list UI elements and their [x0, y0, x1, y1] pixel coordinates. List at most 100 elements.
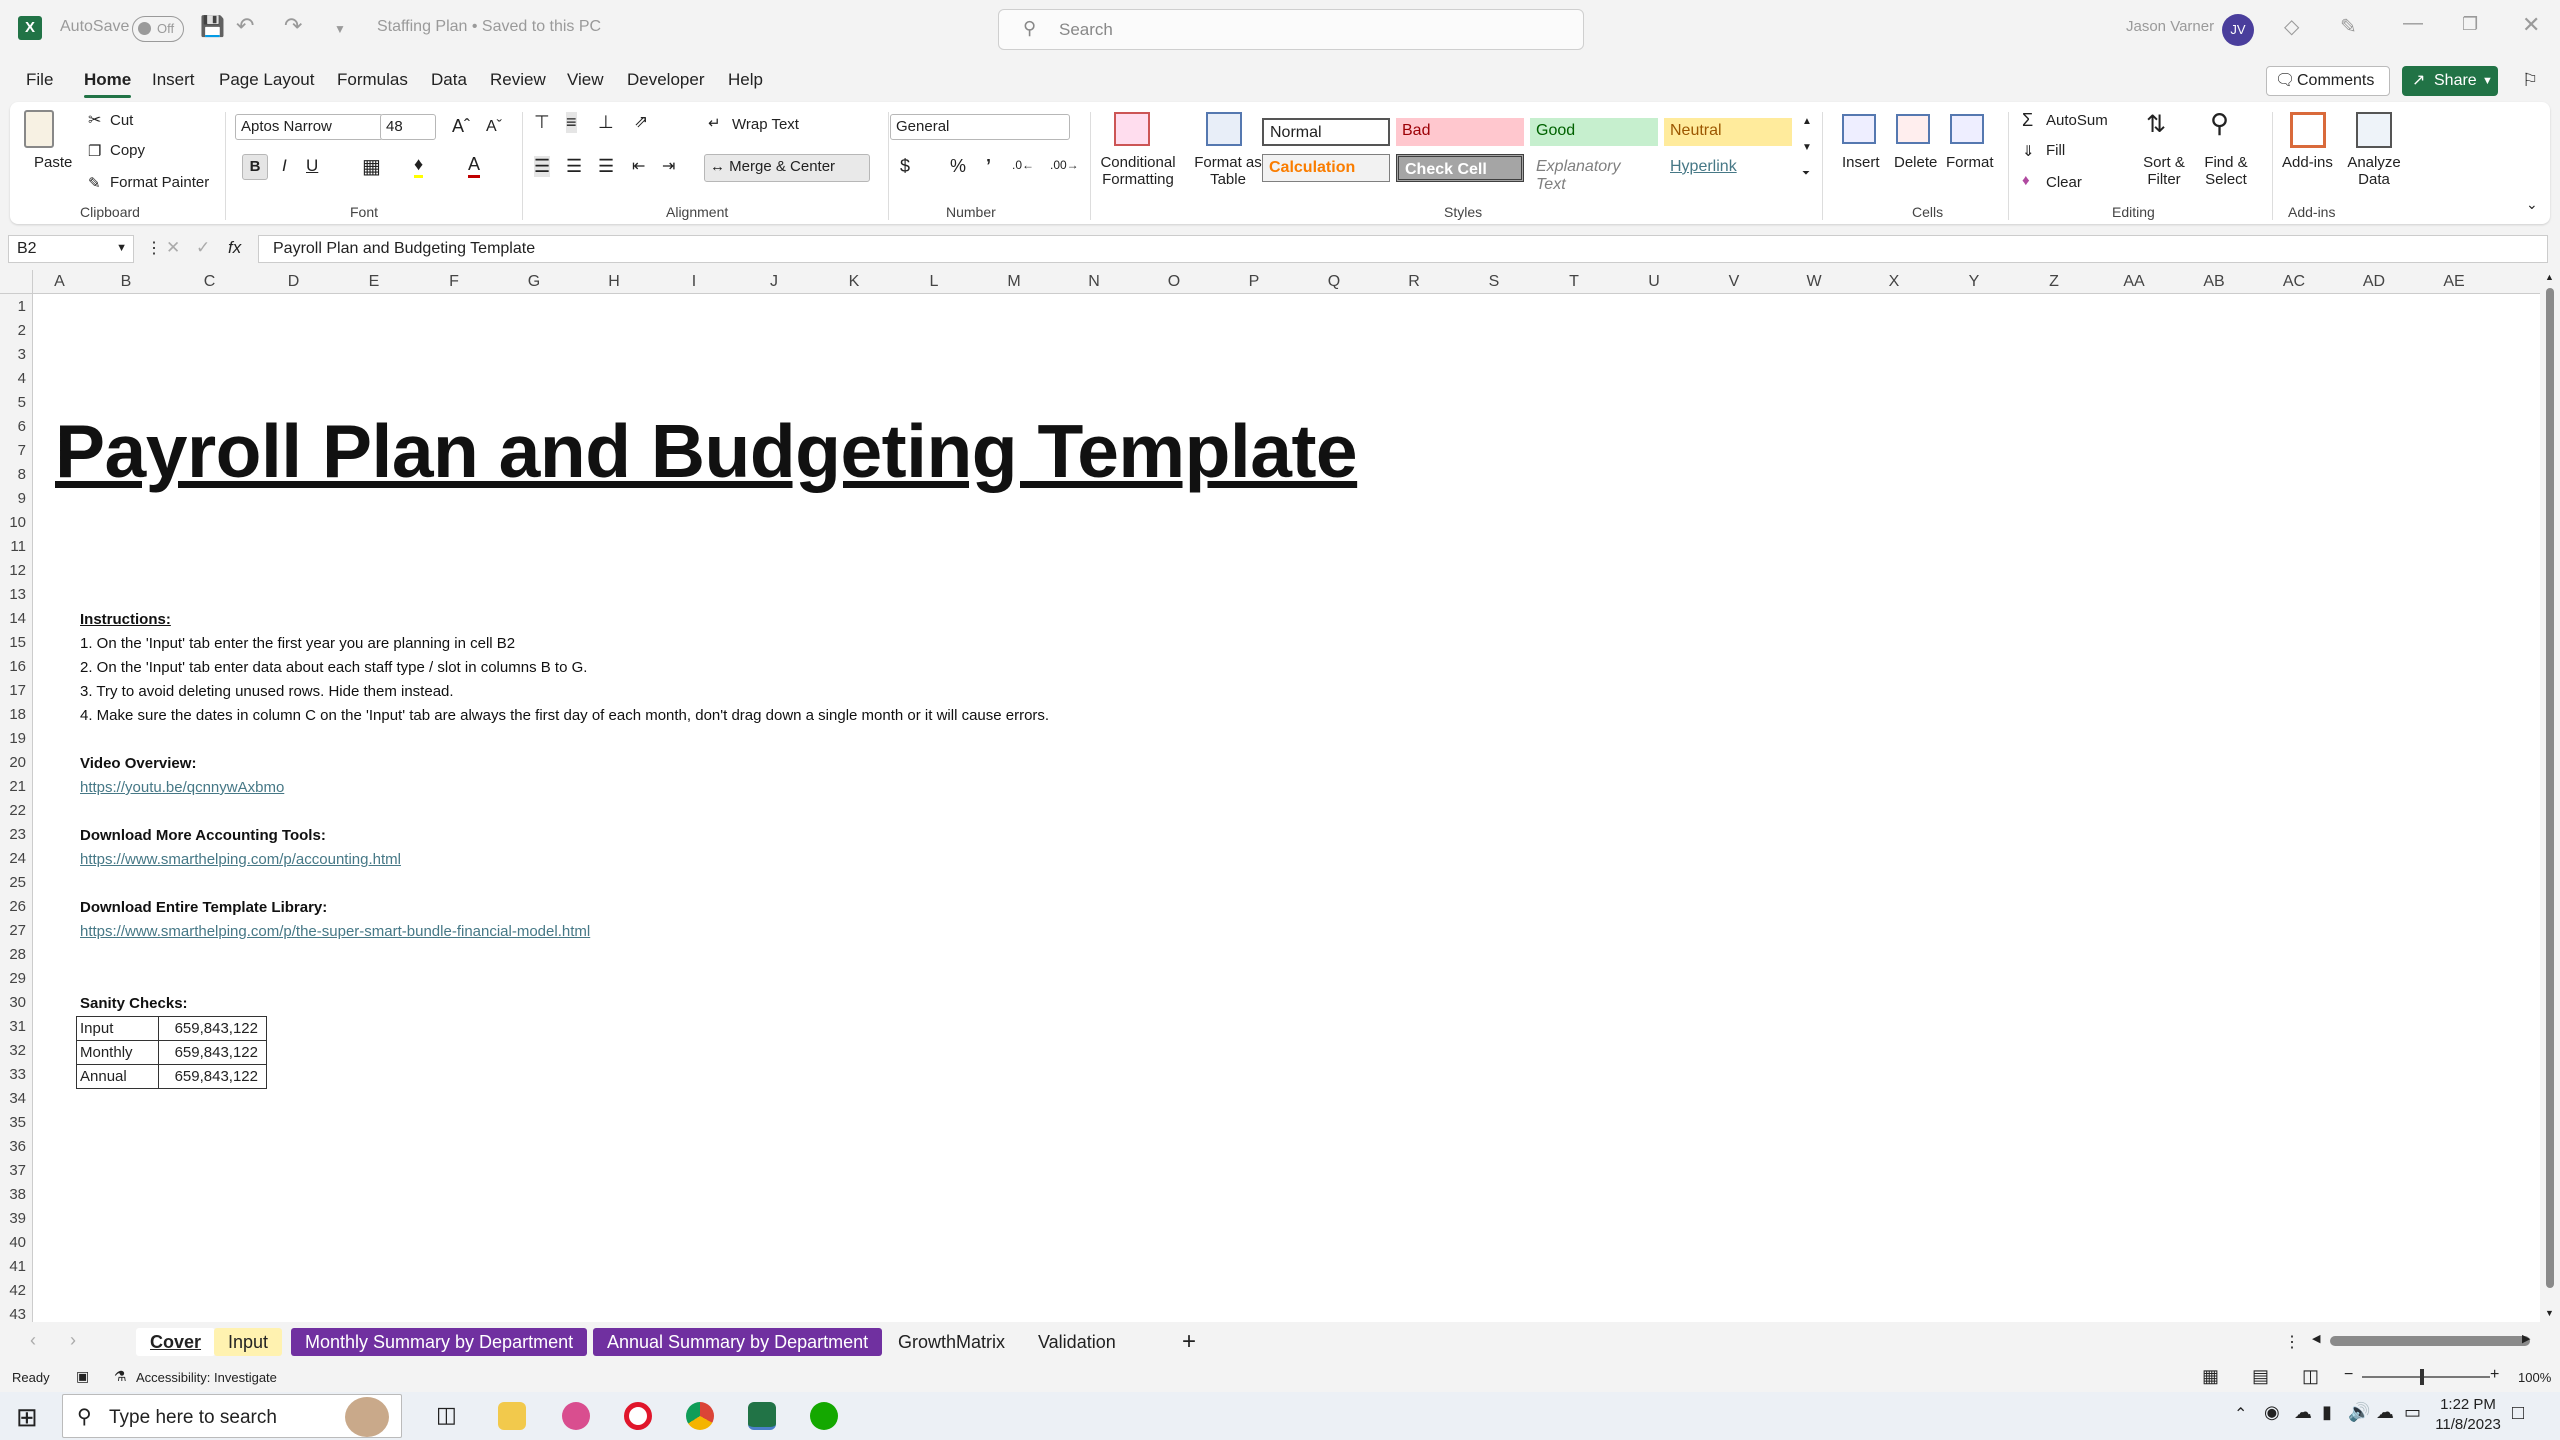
row-header[interactable]: 4 — [0, 370, 26, 387]
column-header[interactable]: AD — [2334, 273, 2414, 291]
insert-function-icon[interactable]: fx — [228, 238, 241, 258]
orientation-icon[interactable]: ⇗ — [634, 112, 648, 132]
row-header[interactable]: 41 — [0, 1258, 26, 1275]
percent-icon[interactable]: % — [950, 156, 966, 177]
row-header[interactable]: 21 — [0, 778, 26, 795]
sanity-value[interactable]: 659,843,122 — [158, 1040, 267, 1065]
prev-sheet-icon[interactable]: ‹ — [30, 1330, 36, 1351]
more-options-icon[interactable]: ⋮ — [146, 238, 162, 258]
clock-date[interactable]: 11/8/2023 — [2430, 1416, 2506, 1433]
row-header[interactable]: 6 — [0, 418, 26, 435]
row-header[interactable]: 18 — [0, 706, 26, 723]
sanity-label[interactable]: Annual — [76, 1064, 159, 1089]
delete-cells-icon[interactable] — [1896, 114, 1930, 144]
column-header[interactable]: D — [253, 273, 334, 291]
row-header[interactable]: 8 — [0, 466, 26, 483]
menu-file[interactable]: File — [26, 70, 53, 90]
normal-view-icon[interactable]: ▦ — [2202, 1366, 2219, 1387]
onedrive-icon[interactable]: ☁ — [2294, 1402, 2312, 1423]
feedback-icon[interactable]: ⚐ — [2522, 70, 2538, 91]
menu-data[interactable]: Data — [431, 70, 467, 90]
menu-developer[interactable]: Developer — [627, 70, 705, 90]
tab-monthly-summary[interactable]: Monthly Summary by Department — [291, 1328, 588, 1356]
number-format-select[interactable]: General — [890, 114, 1070, 140]
shrink-font-icon[interactable]: Aˇ — [486, 118, 502, 136]
close-icon[interactable]: ✕ — [2522, 12, 2540, 38]
column-header[interactable]: O — [1134, 273, 1214, 291]
row-header[interactable]: 34 — [0, 1090, 26, 1107]
cut-button[interactable]: Cut — [110, 112, 133, 129]
styles-more-icon[interactable]: ⏷ — [1802, 168, 1810, 179]
sort-filter-icon[interactable]: ⇅ — [2146, 110, 2166, 139]
accessibility-icon[interactable]: ⚗ — [114, 1368, 127, 1385]
chrome-icon[interactable] — [686, 1402, 714, 1430]
align-bottom-icon[interactable]: ⊥ — [598, 112, 614, 133]
search-box[interactable]: ⚲ Search — [998, 9, 1584, 50]
column-header[interactable]: G — [494, 273, 574, 291]
tab-validation[interactable]: Validation — [1024, 1328, 1130, 1356]
row-header[interactable]: 42 — [0, 1282, 26, 1299]
column-header[interactable]: F — [414, 273, 494, 291]
row-header[interactable]: 7 — [0, 442, 26, 459]
sanity-label[interactable]: Monthly — [76, 1040, 159, 1065]
download-link[interactable]: https://www.smarthelping.com/p/accountin… — [80, 851, 401, 868]
instructions-heading[interactable]: Instructions: — [80, 611, 171, 628]
underline-icon[interactable]: U — [306, 156, 318, 176]
font-color-icon[interactable]: A — [468, 154, 481, 178]
network-icon[interactable]: ☁ — [2376, 1402, 2394, 1423]
column-header[interactable]: H — [574, 273, 654, 291]
autosum-icon[interactable]: Σ — [2022, 110, 2033, 131]
sort-filter-button[interactable]: Sort & Filter — [2136, 154, 2192, 188]
tab-options-icon[interactable]: ⋮ — [2284, 1332, 2300, 1352]
excel-taskbar-icon[interactable] — [748, 1402, 776, 1430]
italic-icon[interactable]: I — [282, 156, 287, 176]
formula-input[interactable]: Payroll Plan and Budgeting Template — [258, 235, 2548, 263]
scroll-thumb[interactable] — [2546, 288, 2554, 1288]
tab-annual-summary[interactable]: Annual Summary by Department — [593, 1328, 883, 1356]
tab-input[interactable]: Input — [214, 1328, 283, 1356]
column-header[interactable]: Q — [1294, 273, 1374, 291]
row-header[interactable]: 27 — [0, 922, 26, 939]
clear-button[interactable]: Clear — [2046, 174, 2082, 191]
find-icon[interactable]: ⚲ — [2210, 108, 2229, 139]
column-header[interactable]: L — [894, 273, 974, 291]
zoom-level[interactable]: 100% — [2518, 1370, 2551, 1385]
enter-icon[interactable]: ✓ — [196, 238, 210, 258]
format-cells-icon[interactable] — [1950, 114, 1984, 144]
row-header[interactable]: 13 — [0, 586, 26, 603]
row-header[interactable]: 19 — [0, 730, 26, 747]
column-header[interactable]: S — [1454, 273, 1534, 291]
tab-cover[interactable]: Cover — [136, 1328, 216, 1356]
tab-growthmatrix[interactable]: GrowthMatrix — [884, 1328, 1019, 1356]
increase-decimal-icon[interactable]: .0← — [1012, 158, 1034, 172]
column-header[interactable]: C — [166, 273, 253, 291]
restore-icon[interactable]: ❐ — [2462, 14, 2478, 35]
row-header[interactable]: 20 — [0, 754, 26, 771]
share-button[interactable]: ↗ Share ▼ — [2402, 66, 2498, 96]
row-header[interactable]: 33 — [0, 1066, 26, 1083]
row-header[interactable]: 5 — [0, 394, 26, 411]
zoom-in-icon[interactable]: + — [2490, 1366, 2499, 1384]
customize-qat-icon[interactable]: ▼ — [334, 22, 346, 36]
column-header[interactable]: T — [1534, 273, 1614, 291]
column-header[interactable]: AC — [2254, 273, 2334, 291]
format-as-table-button[interactable]: Format as Table — [1190, 154, 1266, 188]
pen-icon[interactable]: ✎ — [2340, 14, 2357, 39]
merge-center-button[interactable]: ↔ Merge & Center — [704, 154, 870, 182]
minimize-icon[interactable]: — — [2403, 12, 2423, 35]
instruction-line[interactable]: 2. On the 'Input' tab enter data about e… — [80, 659, 587, 676]
notifications-icon[interactable]: □ — [2512, 1402, 2524, 1425]
column-header[interactable]: V — [1694, 273, 1774, 291]
analyze-data-icon[interactable] — [2356, 112, 2392, 148]
copy-button[interactable]: Copy — [110, 142, 145, 159]
task-view-icon[interactable]: ◫ — [436, 1402, 457, 1428]
eraser-icon[interactable]: ♦ — [2022, 172, 2030, 189]
menu-insert[interactable]: Insert — [152, 70, 195, 90]
row-header[interactable]: 1 — [0, 298, 26, 315]
accessibility-status[interactable]: Accessibility: Investigate — [136, 1370, 277, 1385]
volume-icon[interactable]: 🔊 — [2348, 1402, 2370, 1423]
decrease-indent-icon[interactable]: ⇤ — [632, 156, 645, 176]
row-header[interactable]: 22 — [0, 802, 26, 819]
instruction-line[interactable]: 4. Make sure the dates in column C on th… — [80, 707, 1049, 724]
column-header[interactable]: R — [1374, 273, 1454, 291]
